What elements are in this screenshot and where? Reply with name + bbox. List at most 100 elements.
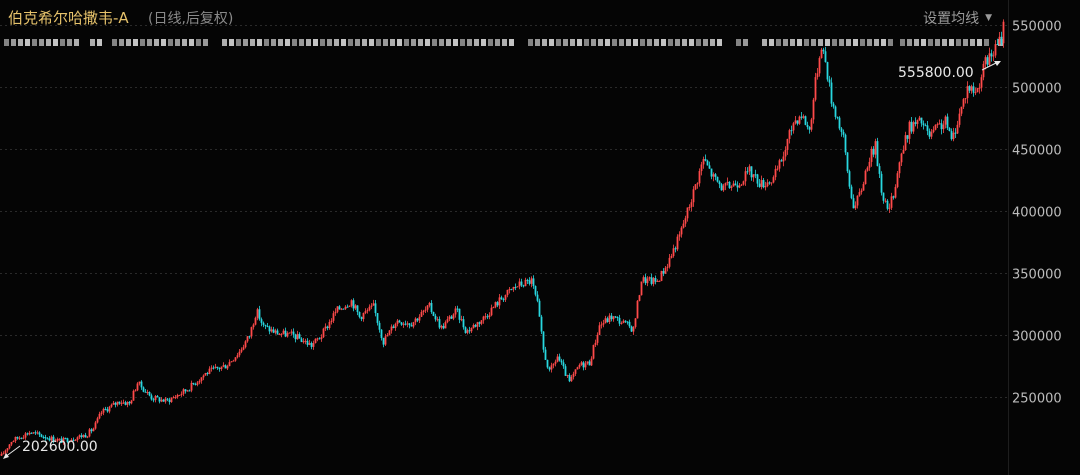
candle-down	[258, 309, 261, 320]
candle-down	[106, 409, 109, 412]
candle-down	[166, 398, 169, 400]
candle-up	[586, 361, 589, 364]
candle-up	[576, 367, 579, 370]
candle-down	[804, 116, 807, 125]
candle-up	[82, 434, 85, 438]
candle-down	[876, 141, 879, 167]
candle-up	[120, 403, 123, 405]
candle-up	[476, 322, 479, 327]
candle-down	[142, 387, 145, 392]
candle-down	[262, 322, 265, 325]
candle-down	[400, 322, 403, 325]
ma-legend-marker	[39, 39, 44, 46]
candle-up	[982, 63, 985, 78]
candle-up	[902, 149, 905, 154]
candle-up	[252, 324, 255, 328]
candle-down	[842, 131, 845, 135]
candle-down	[520, 281, 523, 286]
ma-legend-marker	[119, 39, 124, 46]
candle-down	[800, 116, 803, 118]
ma-legend-marker	[949, 39, 954, 46]
candle-down	[560, 360, 563, 363]
candle-down	[358, 312, 361, 317]
candle-up	[308, 343, 311, 345]
candle-up	[254, 317, 257, 325]
ma-legend-marker	[654, 39, 659, 46]
candle-up	[422, 310, 425, 313]
ma-legend-marker	[867, 39, 872, 46]
ma-legend-marker	[112, 39, 117, 46]
candle-down	[218, 368, 221, 370]
candle-up	[494, 302, 497, 308]
ma-legend-marker	[271, 39, 276, 46]
candle-up	[208, 368, 211, 374]
candle-up	[864, 170, 867, 185]
candle-up	[938, 123, 941, 125]
candle-up	[652, 278, 655, 284]
candle-down	[118, 401, 121, 404]
candle-up	[566, 375, 569, 377]
candle-down	[284, 330, 287, 337]
candle-down	[606, 318, 609, 322]
ma-legend-marker	[133, 39, 138, 46]
candle-down	[922, 123, 925, 126]
ma-legend-marker	[675, 39, 680, 46]
candle-up	[904, 135, 907, 150]
candle-up	[100, 412, 103, 414]
ma-legend-marker	[236, 39, 241, 46]
candle-up	[244, 341, 247, 348]
ma-legend-marker	[977, 39, 982, 46]
candle-up	[94, 422, 97, 429]
candle-down	[532, 278, 535, 287]
candle-up	[978, 87, 981, 89]
candle-up	[788, 130, 791, 139]
candle-up	[420, 312, 423, 317]
candle-up	[738, 185, 741, 188]
candle-up	[574, 369, 577, 374]
candle-up	[952, 132, 955, 140]
candle-down	[986, 57, 989, 65]
ma-legend-marker	[411, 39, 416, 46]
candle-up	[866, 167, 869, 171]
candle-up	[974, 92, 977, 94]
candle-down	[216, 366, 219, 369]
candle-up	[776, 168, 779, 170]
candle-up	[798, 116, 801, 124]
ma-legend-marker	[67, 39, 72, 46]
candle-down	[212, 367, 215, 369]
ma-legend-marker	[432, 39, 437, 46]
candle-up	[238, 351, 241, 356]
candle-down	[360, 316, 363, 320]
low-price-label: 202600.00	[22, 439, 98, 455]
candle-down	[526, 279, 529, 281]
ma-legend-marker	[832, 39, 837, 46]
candle-up	[386, 335, 389, 337]
candle-up	[196, 382, 199, 385]
candle-up	[170, 397, 173, 403]
ma-legend-marker	[839, 39, 844, 46]
candle-up	[530, 278, 533, 284]
candle-up	[584, 363, 587, 368]
candle-up	[770, 182, 773, 184]
candle-up	[498, 297, 501, 306]
candle-up	[384, 336, 387, 345]
candle-up	[944, 116, 947, 125]
candle-up	[390, 326, 393, 331]
candle-down	[38, 432, 41, 435]
candle-up	[102, 408, 105, 413]
candle-down	[382, 337, 385, 345]
candle-up	[4, 450, 7, 454]
ma-legend-marker	[633, 39, 638, 46]
ma-legend-marker	[495, 39, 500, 46]
candle-up	[210, 367, 213, 369]
candle-down	[946, 116, 949, 129]
candle-up	[992, 55, 995, 57]
ma-legend-marker	[811, 39, 816, 46]
ma-legend-marker	[341, 39, 346, 46]
candle-up	[962, 99, 965, 107]
candle-down	[558, 356, 561, 361]
candle-down	[342, 308, 345, 310]
candle-up	[282, 330, 285, 334]
candle-up	[862, 184, 865, 191]
ma-legend-marker	[703, 39, 708, 46]
